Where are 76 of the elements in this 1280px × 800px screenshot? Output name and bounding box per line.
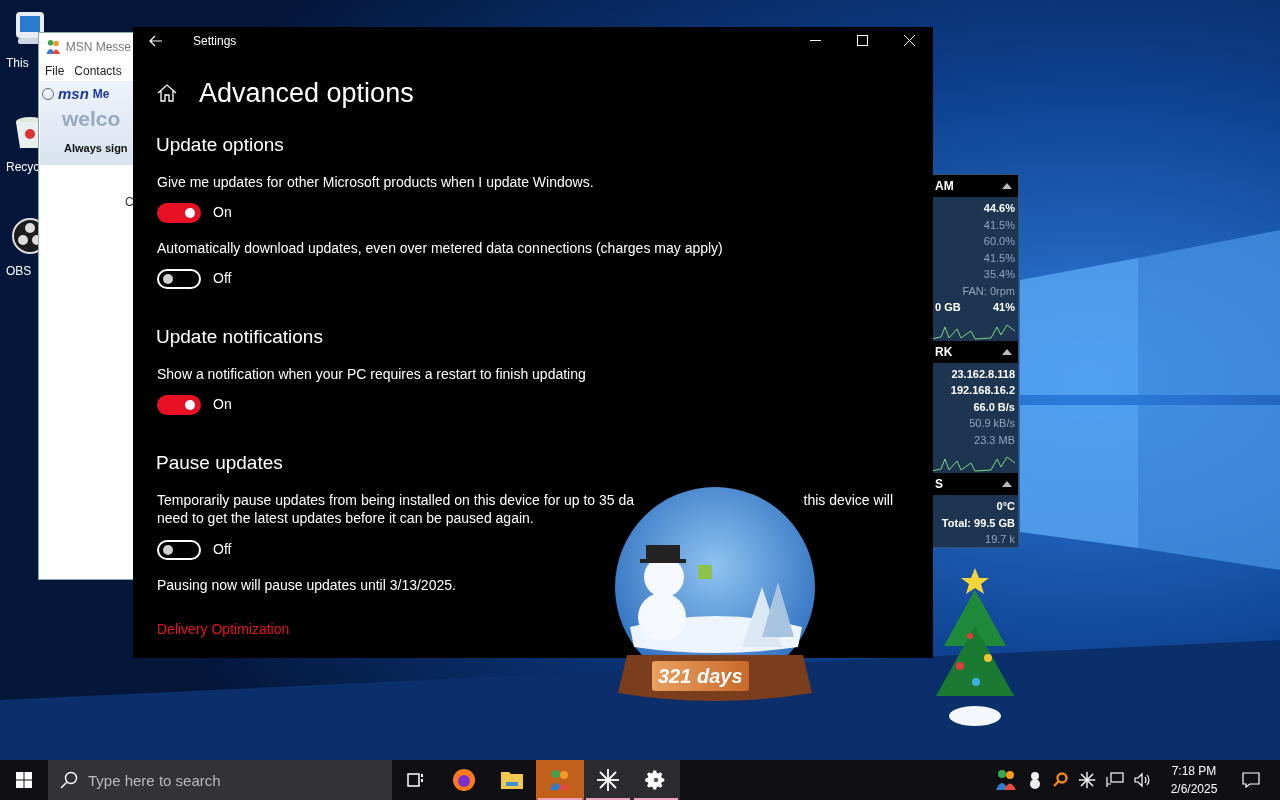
gadget-value: 23.162.8.118 [951, 366, 1015, 382]
gadget-value: 0 GB [935, 300, 961, 315]
gadget-value: 0°C [996, 499, 1015, 514]
asterisk-icon[interactable] [1078, 771, 1096, 789]
maximize-icon[interactable] [857, 35, 868, 47]
windows-icon [16, 772, 32, 788]
gadget-value: 19.7 k [985, 532, 1015, 547]
clock[interactable]: 7:18 PM 2/6/2025 [1162, 762, 1226, 798]
task-view-icon [407, 772, 425, 788]
menu-item[interactable]: File [45, 62, 65, 80]
description-text: this device will [803, 491, 893, 509]
page-heading: Advanced options [199, 76, 414, 110]
gadget-value: 192.168.16.2 [950, 383, 1015, 398]
window-title: Settings [193, 32, 237, 50]
network-icon[interactable] [1106, 772, 1124, 788]
description-text: Temporarily pause updates from being installed on this device for up to 35 da [157, 491, 635, 509]
gadget-value: 66.0 B/s [973, 399, 1015, 415]
description-text: need to get the latest updates before it can be paused again. [157, 509, 535, 527]
gadget-value: 44.6% [983, 201, 1015, 216]
panel-title: AM [935, 178, 954, 195]
gadget-value: FAN: 0rpm [962, 283, 1015, 299]
gadget-value: 60.0% [983, 234, 1015, 249]
notification-icon[interactable] [1242, 772, 1260, 788]
messenger-icon [994, 768, 1018, 792]
panel-title: RK [935, 343, 953, 361]
close-icon[interactable] [904, 35, 915, 47]
section-heading: Pause updates [156, 451, 284, 475]
body-text: C [125, 194, 135, 211]
desktop-icon-label[interactable]: Recyc [6, 158, 40, 176]
setting-label: Show a notification when your PC requires a restart to finish updating [157, 365, 587, 383]
section-heading: Update options [156, 133, 285, 157]
toggle-state: On [213, 203, 232, 222]
home-icon[interactable] [157, 83, 177, 102]
firefox-icon [452, 768, 476, 792]
welcome-text: welco [61, 105, 122, 132]
clock-date: 2/6/2025 [1170, 781, 1218, 798]
panel-title: S [935, 476, 943, 493]
search-icon [60, 771, 78, 789]
setting-label: Give me updates for other Microsoft products when I update Windows. [157, 173, 595, 191]
messenger-icon [548, 768, 572, 792]
asterisk-icon [596, 768, 620, 792]
taskbar-app[interactable] [632, 760, 680, 800]
search-icon[interactable] [1052, 772, 1068, 788]
snowman-icon [1028, 771, 1042, 789]
clock-time: 7:18 PM [1171, 763, 1217, 780]
menu-item[interactable]: Contacts [74, 62, 122, 80]
toggle-state: On [213, 395, 232, 414]
gadget-value: 41% [992, 300, 1015, 315]
gadget-value: Total: 99.5 GB [941, 515, 1015, 531]
gadget-value: 41.5% [983, 250, 1015, 266]
description-text: Pausing now will pause updates until 3/13/2025. [157, 576, 457, 594]
desktop-icon-label[interactable]: This [6, 54, 29, 72]
desktop-icon-label[interactable]: OBS [6, 262, 32, 280]
logo: msn [58, 84, 89, 104]
minimize-icon[interactable] [810, 39, 821, 42]
day-counter: 321 days [652, 661, 749, 691]
back-icon[interactable] [149, 34, 163, 47]
taskbar-app[interactable] [584, 760, 632, 800]
logo-suffix: Me [92, 86, 110, 104]
sign-in-option[interactable]: Always sign [40, 139, 136, 156]
search-field[interactable]: Type here to search [48, 760, 392, 800]
setting-label: Automatically download updates, even over metered data connections (charges may apply) [157, 239, 724, 257]
settings-icon [645, 769, 667, 791]
toggle-state: Off [213, 269, 232, 288]
window-title: MSN Messe [65, 39, 131, 56]
gadget-value: 41.5% [983, 217, 1015, 233]
toggle-state: Off [213, 540, 232, 559]
toggle-switch[interactable] [157, 202, 201, 223]
gadget-value: 35.4% [983, 267, 1015, 282]
toggle-switch[interactable] [157, 394, 201, 415]
volume-icon[interactable] [1134, 772, 1152, 788]
settings-link[interactable]: Delivery Optimization [157, 620, 290, 638]
section-heading: Update notifications [156, 325, 324, 349]
gadget-value: 50.9 kB/s [969, 416, 1015, 431]
folder-icon [500, 770, 524, 790]
gadget-value: 23.3 MB [974, 432, 1015, 448]
